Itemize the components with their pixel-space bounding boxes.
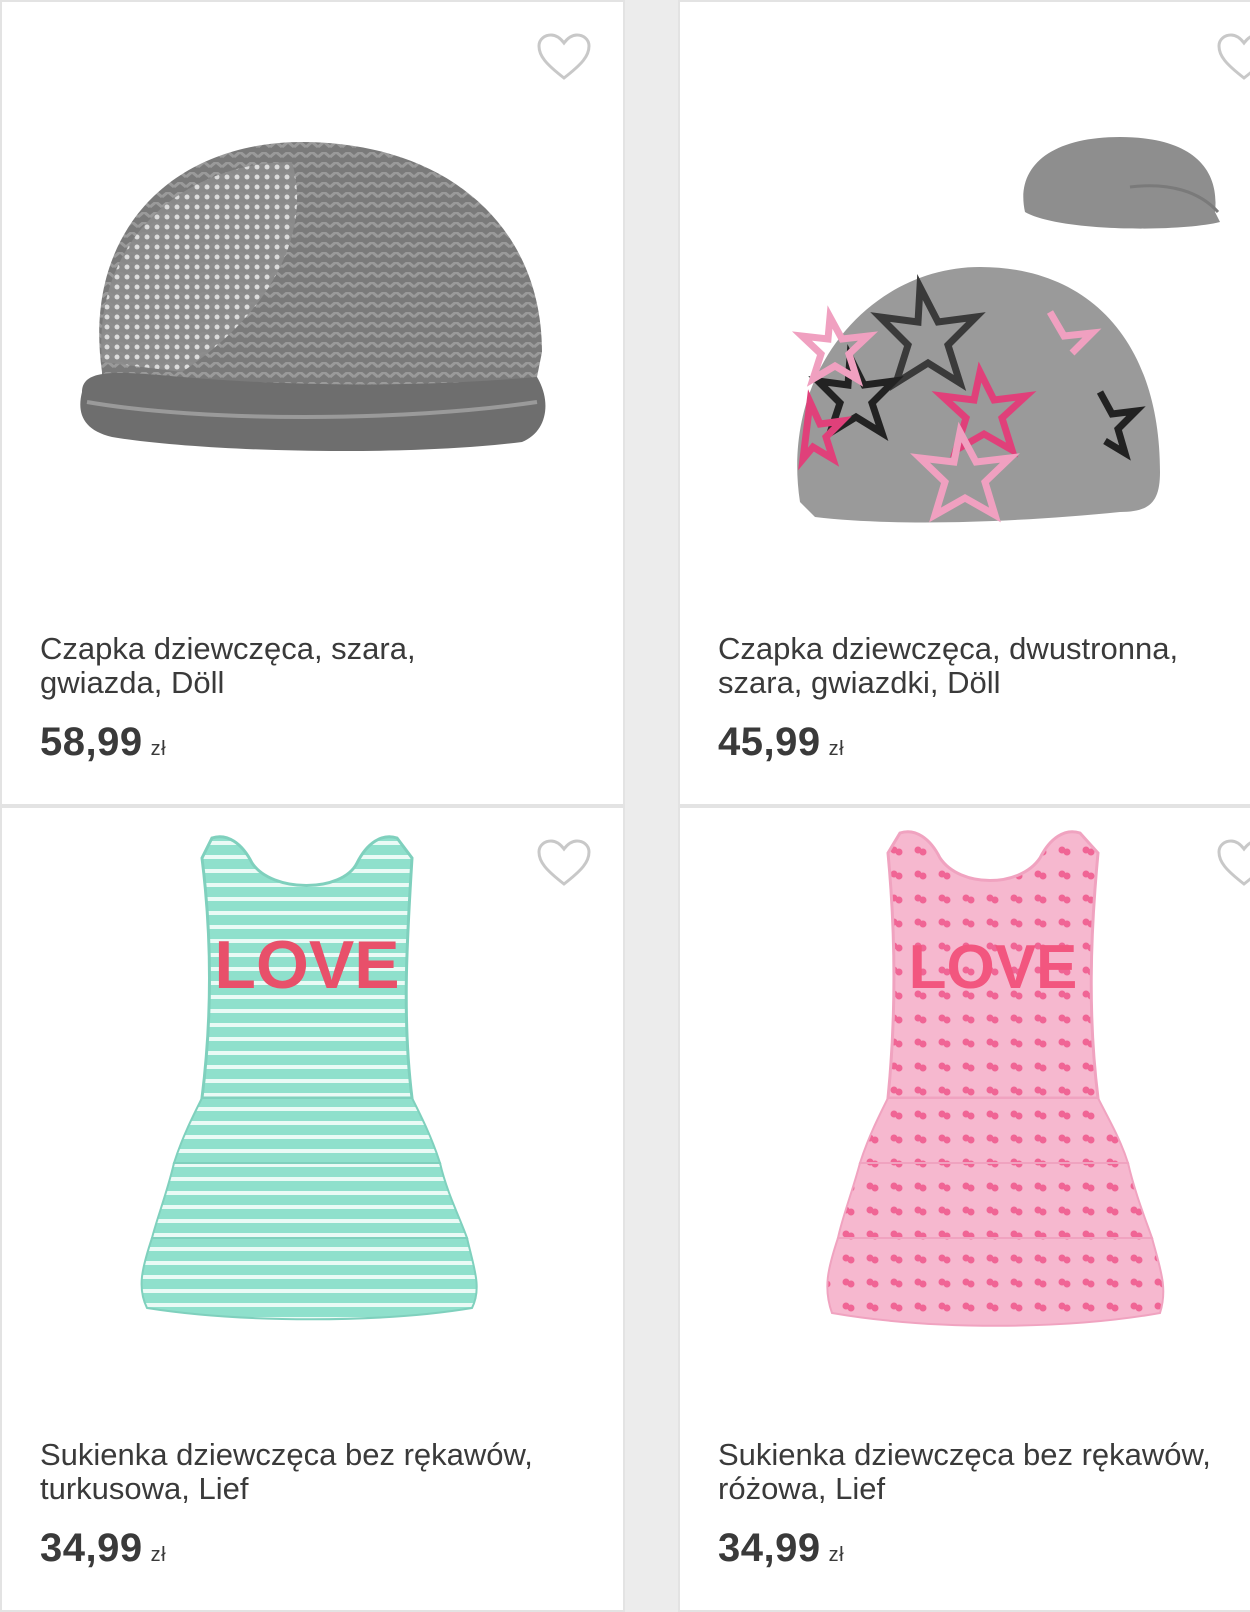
product-card[interactable]: Czapka dziewczęca, dwustronna, szara, gw… <box>678 0 1250 806</box>
product-card[interactable]: Czapka dziewczęca, szara, gwiazda, Döll … <box>0 0 625 806</box>
product-name-line: Sukienka dziewczęca bez rękawów, <box>718 1437 1211 1472</box>
pink-dress-image[interactable]: LOVE <box>720 818 1250 1338</box>
price-currency: zł <box>150 1544 167 1566</box>
price-value: 58,99 <box>40 720 143 764</box>
price-currency: zł <box>828 1544 845 1566</box>
product-price: 45,99 zł <box>718 720 844 765</box>
product-card[interactable]: LOVE Sukienka dziewczęca bez rękawów, ró… <box>678 806 1250 1612</box>
product-name-line: Czapka dziewczęca, szara, <box>40 631 416 666</box>
product-price: 58,99 zł <box>40 720 166 765</box>
product-name-line: turkusowa, Lief <box>40 1471 249 1506</box>
price-value: 45,99 <box>718 720 821 764</box>
love-print-text: LOVE <box>214 927 399 1003</box>
price-currency: zł <box>828 738 845 760</box>
product-card[interactable]: LOVE Sukienka dziewczęca bez rękawów, tu… <box>0 806 625 1612</box>
product-name-line: Czapka dziewczęca, dwustronna, <box>718 631 1179 666</box>
love-print-text: LOVE <box>909 933 1078 1002</box>
turquoise-dress-image[interactable]: LOVE <box>42 818 587 1338</box>
price-value: 34,99 <box>718 1526 821 1570</box>
product-name-line: Sukienka dziewczęca bez rękawów, <box>40 1437 533 1472</box>
product-name[interactable]: Czapka dziewczęca, szara, gwiazda, Döll <box>40 632 600 700</box>
product-name-line: szara, gwiazdki, Döll <box>718 665 1001 700</box>
knit-beanie-image[interactable] <box>42 72 587 592</box>
product-name-line: gwiazda, Döll <box>40 665 225 700</box>
price-value: 34,99 <box>40 1526 143 1570</box>
product-price: 34,99 zł <box>718 1526 844 1571</box>
product-name[interactable]: Czapka dziewczęca, dwustronna, szara, gw… <box>718 632 1250 700</box>
product-name-line: różowa, Lief <box>718 1471 886 1506</box>
price-currency: zł <box>150 738 167 760</box>
reversible-beanie-image[interactable] <box>720 72 1250 592</box>
product-price: 34,99 zł <box>40 1526 166 1571</box>
product-name[interactable]: Sukienka dziewczęca bez rękawów, różowa,… <box>718 1438 1250 1506</box>
product-name[interactable]: Sukienka dziewczęca bez rękawów, turkuso… <box>40 1438 600 1506</box>
